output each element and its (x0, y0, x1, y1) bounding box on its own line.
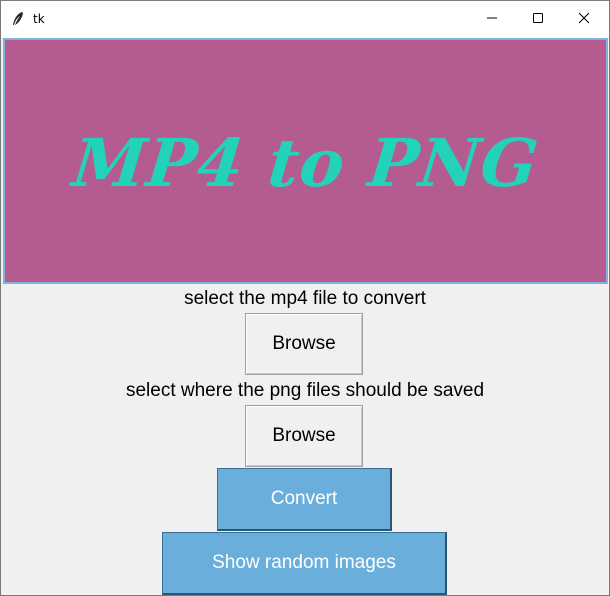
feather-icon (11, 11, 25, 27)
input-file-label: select the mp4 file to convert (184, 288, 426, 309)
minimize-icon (486, 11, 498, 29)
output-folder-label: select where the png files should be sav… (125, 380, 485, 401)
close-icon (578, 11, 590, 29)
minimize-button[interactable] (469, 1, 515, 38)
browse-output-button[interactable]: Browse (245, 405, 363, 467)
close-button[interactable] (561, 1, 607, 38)
window-title: tk (33, 12, 45, 26)
banner-image: MP4 to PNG (3, 38, 608, 284)
maximize-icon (532, 11, 544, 29)
convert-button[interactable]: Convert (217, 468, 392, 531)
maximize-button[interactable] (515, 1, 561, 38)
show-random-images-button[interactable]: Show random images (162, 532, 447, 595)
browse-input-button[interactable]: Browse (245, 313, 363, 375)
app-window: tk MP4 to PNG select the mp4 file to con… (0, 0, 610, 596)
banner-title: MP4 to PNG (68, 124, 543, 202)
title-bar[interactable]: tk (1, 1, 609, 39)
